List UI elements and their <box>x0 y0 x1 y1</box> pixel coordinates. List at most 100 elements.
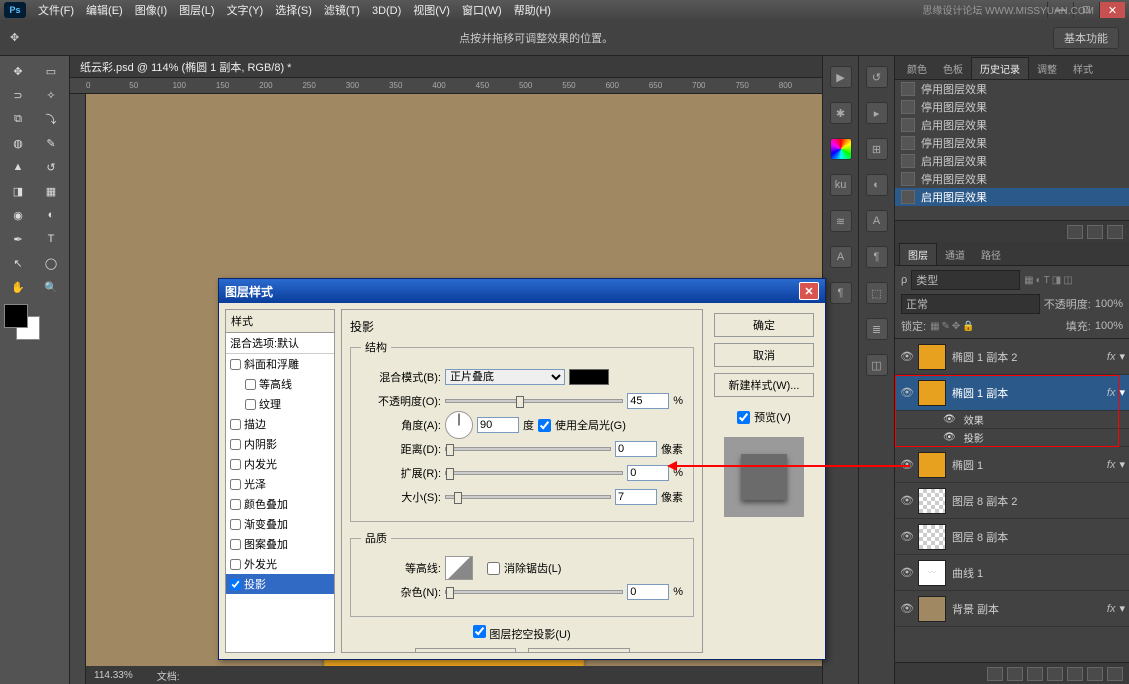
style-checkbox-row[interactable]: 纹理 <box>226 394 334 414</box>
history-item[interactable]: 启用图层效果 <box>895 116 1129 134</box>
dodge-tool-icon[interactable]: ◐ <box>37 204 65 226</box>
panel-tab[interactable]: 历史记录 <box>971 57 1029 79</box>
mask-icon[interactable] <box>1027 667 1043 681</box>
type-tool-icon[interactable]: T <box>37 228 65 250</box>
crop-tool-icon[interactable]: ⧉ <box>4 108 32 130</box>
paragraph-icon[interactable]: ¶ <box>866 246 888 268</box>
history-list[interactable]: 停用图层效果停用图层效果启用图层效果停用图层效果启用图层效果停用图层效果启用图层… <box>895 80 1129 220</box>
hand-tool-icon[interactable]: ✋ <box>4 276 32 298</box>
noise-slider[interactable] <box>445 590 623 594</box>
para-icon[interactable]: ¶ <box>830 282 852 304</box>
layer-item[interactable]: 👁图层 8 副本 <box>895 519 1129 555</box>
knockout-checkbox[interactable] <box>473 625 486 638</box>
visibility-icon[interactable]: 👁 <box>899 530 915 543</box>
preview-checkbox[interactable] <box>737 411 750 424</box>
visibility-icon[interactable]: 👁 <box>899 494 915 507</box>
zoom-level[interactable]: 114.33% <box>94 670 133 681</box>
noise-input[interactable] <box>627 584 669 600</box>
layer-item[interactable]: 👁图层 8 副本 2 <box>895 483 1129 519</box>
heal-tool-icon[interactable]: ◍ <box>4 132 32 154</box>
new-style-button[interactable]: 新建样式(W)... <box>714 373 814 397</box>
distance-slider[interactable] <box>445 447 611 451</box>
stamp-tool-icon[interactable]: ▲ <box>4 156 32 178</box>
cancel-button[interactable]: 取消 <box>714 343 814 367</box>
brush-tool-icon[interactable]: ✎ <box>37 132 65 154</box>
char-icon[interactable]: A <box>830 246 852 268</box>
group-icon[interactable] <box>1067 667 1083 681</box>
fx-icon[interactable] <box>1007 667 1023 681</box>
trash-icon[interactable] <box>1107 225 1123 239</box>
layer-item[interactable]: 👁背景 副本fx▾ <box>895 591 1129 627</box>
gradient-tool-icon[interactable]: ▦ <box>37 180 65 202</box>
panel-tab[interactable]: 通道 <box>937 244 973 265</box>
workspace-switcher[interactable]: 基本功能 <box>1053 27 1119 49</box>
menu-item[interactable]: 帮助(H) <box>508 5 557 17</box>
path-tool-icon[interactable]: ↖ <box>4 252 32 274</box>
size-slider[interactable] <box>445 495 611 499</box>
menu-item[interactable]: 3D(D) <box>366 5 407 17</box>
antialias-checkbox[interactable] <box>487 562 500 575</box>
panel-tab[interactable]: 色板 <box>935 58 971 79</box>
eraser-tool-icon[interactable]: ◨ <box>4 180 32 202</box>
blendmode-select[interactable]: 正片叠底 <box>445 369 565 385</box>
menu-item[interactable]: 编辑(E) <box>80 5 129 17</box>
marquee-tool-icon[interactable]: ▭ <box>37 60 65 82</box>
close-button[interactable]: ✕ <box>1099 2 1125 18</box>
set-default-button[interactable]: 设置为默认值 <box>415 648 517 653</box>
contour-picker[interactable] <box>445 556 473 580</box>
visibility-icon[interactable]: 👁 <box>899 386 915 399</box>
menu-item[interactable]: 视图(V) <box>407 5 456 17</box>
properties-icon[interactable]: ⊞ <box>866 138 888 160</box>
kind-filter[interactable]: 类型 <box>911 270 1020 290</box>
style-checkbox-row[interactable]: 光泽 <box>226 474 334 494</box>
style-checkbox-row[interactable]: 图案叠加 <box>226 534 334 554</box>
styles-list[interactable]: 样式 混合选项:默认 斜面和浮雕 等高线 纹理 描边 内阴影 内发光 光泽 颜色… <box>225 309 335 653</box>
menu-item[interactable]: 滤镜(T) <box>318 5 366 17</box>
size-input[interactable] <box>615 489 657 505</box>
layer-item[interactable]: 👁椭圆 1fx▾ <box>895 447 1129 483</box>
dialog-titlebar[interactable]: 图层样式 ✕ <box>219 279 825 303</box>
history-icon[interactable]: ↺ <box>866 66 888 88</box>
fill-value[interactable]: 100% <box>1095 320 1123 332</box>
3d-icon[interactable]: ⬚ <box>866 282 888 304</box>
move-tool-icon[interactable]: ✥ <box>10 31 19 44</box>
eyedropper-tool-icon[interactable]: ⤵ <box>37 108 65 130</box>
layer-effect-item[interactable]: 👁效果 <box>895 411 1129 429</box>
trash-icon[interactable] <box>1107 667 1123 681</box>
style-checkbox-row[interactable]: 渐变叠加 <box>226 514 334 534</box>
blend-mode-select[interactable]: 正常 <box>901 294 1040 314</box>
play-icon[interactable]: ▶ <box>830 66 852 88</box>
snapshot-icon[interactable] <box>1067 225 1083 239</box>
history-item[interactable]: 停用图层效果 <box>895 98 1129 116</box>
layer-item[interactable]: 👁〰曲线 1 <box>895 555 1129 591</box>
angle-dial[interactable] <box>445 411 473 439</box>
adjustment-icon[interactable] <box>1047 667 1063 681</box>
style-checkbox-row[interactable]: 外发光 <box>226 554 334 574</box>
layer-effect-item[interactable]: 👁投影 <box>895 429 1129 447</box>
move-tool-icon[interactable]: ✥ <box>4 60 32 82</box>
visibility-icon[interactable]: 👁 <box>899 602 915 615</box>
history-item[interactable]: 停用图层效果 <box>895 80 1129 98</box>
ok-button[interactable]: 确定 <box>714 313 814 337</box>
pen-tool-icon[interactable]: ✒ <box>4 228 32 250</box>
distance-input[interactable] <box>615 441 657 457</box>
layers-icon[interactable]: ≣ <box>866 318 888 340</box>
menu-item[interactable]: 图像(I) <box>129 5 173 17</box>
actions-icon[interactable]: ▸ <box>866 102 888 124</box>
fg-color-swatch[interactable] <box>4 304 28 328</box>
style-checkbox-row[interactable]: 斜面和浮雕 <box>226 354 334 374</box>
zoom-tool-icon[interactable]: 🔍 <box>37 276 65 298</box>
panel-tab[interactable]: 颜色 <box>899 58 935 79</box>
style-checkbox-row[interactable]: 内发光 <box>226 454 334 474</box>
visibility-icon[interactable]: 👁 <box>899 350 915 363</box>
reset-default-button[interactable]: 复位为默认值 <box>528 648 630 653</box>
menu-item[interactable]: 选择(S) <box>269 5 318 17</box>
blending-options-row[interactable]: 混合选项:默认 <box>226 333 334 354</box>
shadow-color-swatch[interactable] <box>569 369 609 385</box>
menu-item[interactable]: 窗口(W) <box>456 5 508 17</box>
panel-tab[interactable]: 路径 <box>973 244 1009 265</box>
kuler-icon[interactable]: ku <box>830 174 852 196</box>
style-checkbox-row[interactable]: 内阴影 <box>226 434 334 454</box>
adjustments-icon[interactable]: ◐ <box>866 174 888 196</box>
visibility-icon[interactable]: 👁 <box>899 566 915 579</box>
